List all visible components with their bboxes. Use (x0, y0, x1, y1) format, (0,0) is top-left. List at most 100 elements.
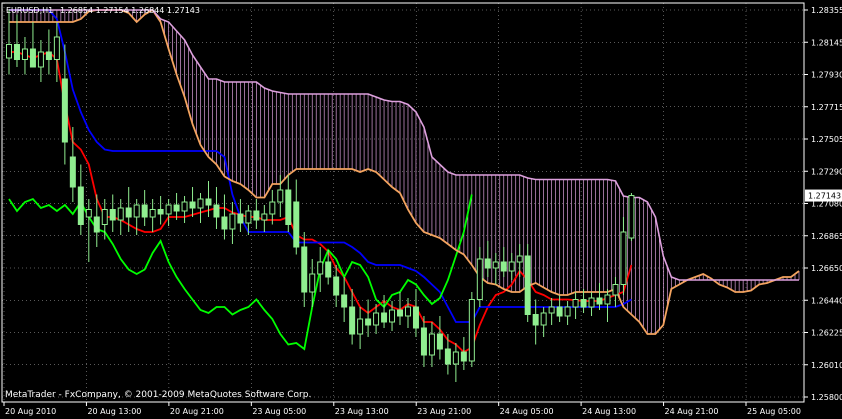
candle-body (85, 209, 92, 218)
candle-body (540, 312, 547, 326)
candle-body (269, 201, 276, 215)
candle-body (381, 312, 388, 323)
y-tick-label: 1.26650 (811, 264, 842, 273)
candle-body (6, 44, 12, 59)
x-tick-label: 20 Aug 13:00 (87, 407, 141, 416)
candle-body (476, 258, 483, 300)
candle-body (333, 276, 340, 296)
candle-body (61, 78, 68, 143)
candle-body (436, 333, 443, 350)
candle-body (253, 210, 260, 221)
current-price-label: 1.27143 (808, 192, 841, 201)
ohlc-label: 1.26854 1.27154 1.26844 1.27143 (60, 6, 200, 15)
candle-body (532, 314, 539, 326)
candle-body (37, 51, 44, 68)
candle-body (205, 198, 212, 206)
candle-body (596, 297, 603, 305)
candle-body (309, 273, 316, 293)
candle-body (109, 209, 116, 221)
y-tick-label: 1.26440 (811, 296, 842, 305)
y-tick-label: 1.26865 (811, 232, 842, 241)
candle-body (524, 255, 531, 315)
candle-body (221, 216, 228, 230)
candle-body (628, 195, 635, 239)
candle-body (373, 312, 380, 326)
candle-body (245, 210, 252, 224)
candle-body (125, 207, 132, 218)
candle-body (101, 209, 108, 225)
candle-body (69, 156, 76, 188)
x-tick-label: 23 Aug 13:00 (335, 407, 389, 416)
y-tick-label: 1.27505 (811, 135, 842, 144)
candle-body (77, 186, 84, 225)
candle-body (349, 306, 356, 335)
candle-body (93, 216, 100, 233)
symbol-label: EURUSD,H1 (6, 6, 53, 15)
x-tick-label: 23 Aug 05:00 (252, 407, 306, 416)
candle-body (317, 261, 324, 275)
candle-body (293, 201, 300, 248)
candle-body (29, 48, 36, 68)
candle-body (21, 48, 28, 60)
x-tick-label: 25 Aug 05:00 (747, 407, 801, 416)
candle-body (564, 306, 571, 317)
candle-body (149, 209, 156, 218)
candle-body (277, 189, 284, 203)
candle-body (173, 204, 180, 212)
y-tick-label: 1.25800 (811, 393, 842, 402)
candle-body (452, 351, 459, 365)
candle-body (612, 284, 619, 296)
candle-body (133, 204, 140, 218)
y-tick-label: 1.27715 (811, 103, 842, 112)
x-tick-label: 23 Aug 21:00 (417, 407, 471, 416)
candle-body (420, 327, 427, 356)
candle-body (285, 189, 292, 225)
candle-body (428, 333, 435, 356)
candle-body (397, 309, 404, 317)
candle-body (53, 36, 60, 60)
candle-body (548, 306, 555, 314)
candle-body (197, 198, 204, 209)
chart-header: EURUSD,H1 1.26854 1.27154 1.26844 1.2714… (6, 6, 200, 15)
candle-body (341, 294, 348, 308)
candle-body (365, 318, 372, 326)
y-tick-label: 1.28355 (811, 6, 842, 15)
ichimoku-chart[interactable]: 1.28355 1.28145 1.27930 1.27715 1.27505 1.272… (0, 0, 842, 419)
candle-body (484, 258, 491, 269)
x-tick-label: 20 Aug 21:00 (170, 407, 224, 416)
candle-body (468, 299, 475, 362)
y-tick-label: 1.26010 (811, 361, 842, 370)
candle-body (117, 207, 124, 221)
candle-body (13, 44, 20, 60)
candle-body (404, 306, 411, 317)
x-tick-label: 24 Aug 21:00 (665, 407, 719, 416)
candle-body (588, 297, 595, 308)
candle-body (508, 261, 515, 272)
x-tick-label: 24 Aug 05:00 (500, 407, 554, 416)
candle-body (45, 51, 52, 60)
y-tick-label: 1.27930 (811, 71, 842, 80)
candle-body (620, 231, 627, 285)
x-tick-label: 20 Aug 2010 (5, 407, 56, 416)
candle-body (357, 318, 364, 335)
candle-body (492, 261, 499, 269)
candle-body (572, 299, 579, 308)
candle-body (141, 204, 148, 218)
candle-body (229, 213, 236, 230)
copyright-label: MetaTrader - FxCompany, © 2001-2009 Meta… (5, 390, 311, 400)
x-tick-label: 24 Aug 13:00 (582, 407, 636, 416)
candle-body (460, 351, 467, 362)
y-tick-label: 1.27290 (811, 167, 842, 176)
candle-body (189, 201, 196, 209)
candle-body (580, 299, 587, 308)
candle-body (181, 201, 188, 212)
y-tick-label: 1.28145 (811, 38, 842, 47)
candle-body (412, 306, 419, 329)
candle-body (500, 261, 507, 272)
candle-body (444, 348, 451, 365)
candle-body (389, 309, 396, 323)
candle-body (157, 209, 164, 215)
candle-body (325, 261, 332, 278)
candle-body (237, 213, 244, 224)
candle-body (301, 246, 308, 293)
